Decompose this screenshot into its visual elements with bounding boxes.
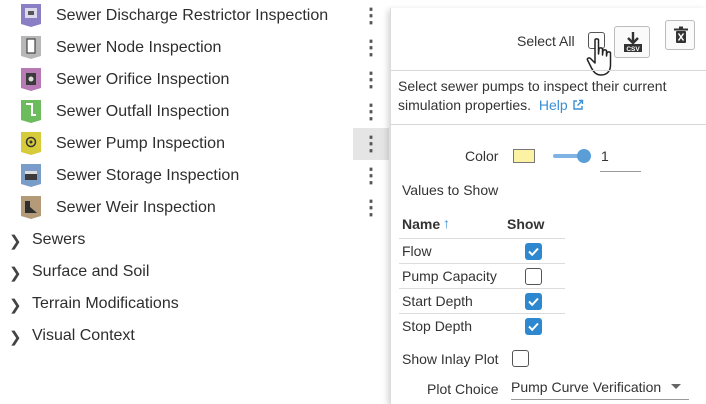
csv-label: CSV [626, 46, 640, 53]
table-row: Start Depth [399, 288, 565, 313]
more-options-icon[interactable]: ⋮ [353, 96, 389, 128]
more-options-icon[interactable]: ⋮ [353, 0, 389, 32]
panel-header: Select All CSV [391, 8, 706, 76]
storage-icon [21, 164, 41, 187]
tree-item-label: Sewer Orifice Inspection [56, 71, 230, 88]
select-all-label: Select All [517, 33, 575, 49]
discharge-restrictor-icon [21, 4, 41, 27]
export-csv-button[interactable]: CSV [614, 26, 650, 58]
inspection-panel: Select All CSV Select sewer pumps to ins… [390, 8, 706, 404]
row-name: Flow [402, 243, 432, 259]
show-inlay-plot-label: Show Inlay Plot [402, 351, 499, 367]
table-row: Pump Capacity [399, 263, 565, 288]
more-options-icon[interactable]: ⋮ [353, 160, 389, 192]
panel-description: Select sewer pumps to inspect their curr… [398, 77, 698, 115]
tree-item-discharge-restrictor[interactable]: Sewer Discharge Restrictor Inspection ⋮ [0, 0, 392, 32]
trash-icon [674, 26, 688, 43]
more-options-icon[interactable]: ⋮ [353, 32, 389, 64]
tree-item-storage[interactable]: Sewer Storage Inspection ⋮ [0, 160, 392, 192]
tree-item-label: Sewer Storage Inspection [56, 167, 240, 184]
show-checkbox[interactable] [525, 318, 542, 335]
node-icon [21, 36, 41, 59]
tree-item-label: Sewer Weir Inspection [56, 199, 216, 216]
more-options-icon[interactable]: ⋮ [353, 64, 389, 96]
opacity-slider-handle[interactable] [577, 149, 591, 163]
download-csv-icon: CSV [624, 32, 642, 53]
divider [391, 70, 706, 71]
table-row: Flow [399, 238, 565, 263]
folder-surface-and-soil[interactable]: ❯ Surface and Soil [0, 256, 392, 288]
row-name: Pump Capacity [402, 268, 497, 284]
help-label: Help [538, 97, 568, 113]
more-options-icon[interactable]: ⋮ [353, 128, 389, 160]
layer-tree: Sewer Discharge Restrictor Inspection ⋮ … [0, 0, 392, 404]
plot-choice-label: Plot Choice [427, 381, 499, 397]
sort-ascending-icon[interactable]: ↑ [443, 215, 450, 231]
tree-item-outfall[interactable]: Sewer Outfall Inspection ⋮ [0, 96, 392, 128]
folder-visual-context[interactable]: ❯ Visual Context [0, 320, 392, 352]
help-link[interactable]: Help [535, 97, 584, 113]
tree-item-label: Sewer Pump Inspection [56, 135, 225, 152]
values-to-show-label: Values to Show [402, 182, 499, 198]
show-checkbox[interactable] [525, 243, 542, 260]
plot-choice-select[interactable]: Pump Curve Verification [511, 378, 689, 400]
external-link-icon [572, 99, 583, 110]
weir-icon [21, 196, 41, 219]
delete-button[interactable] [665, 20, 695, 50]
table-row: Stop Depth [399, 313, 565, 338]
tree-item-weir[interactable]: Sewer Weir Inspection ⋮ [0, 192, 392, 224]
chevron-down-icon[interactable] [671, 384, 681, 389]
description-text: Select sewer pumps to inspect their curr… [398, 78, 667, 113]
color-label: Color [465, 148, 499, 164]
row-name: Stop Depth [402, 318, 473, 334]
tree-item-label: Sewer Outfall Inspection [56, 103, 230, 120]
chevron-right-icon[interactable]: ❯ [9, 264, 23, 282]
chevron-right-icon[interactable]: ❯ [9, 232, 23, 250]
orifice-icon [21, 68, 41, 91]
folder-label: Terrain Modifications [32, 295, 179, 312]
show-checkbox[interactable] [525, 268, 542, 285]
more-options-icon[interactable]: ⋮ [353, 192, 389, 224]
chevron-right-icon[interactable]: ❯ [9, 328, 23, 346]
outfall-icon [21, 100, 41, 123]
pump-icon [21, 132, 41, 155]
chevron-right-icon[interactable]: ❯ [9, 296, 23, 314]
tree-item-orifice[interactable]: Sewer Orifice Inspection ⋮ [0, 64, 392, 96]
show-checkbox[interactable] [525, 293, 542, 310]
divider [391, 124, 706, 125]
row-name: Start Depth [402, 293, 473, 309]
folder-label: Sewers [32, 231, 86, 248]
folder-label: Visual Context [32, 327, 135, 344]
show-inlay-plot-checkbox[interactable] [512, 350, 529, 367]
tree-item-node[interactable]: Sewer Node Inspection ⋮ [0, 32, 392, 64]
tree-item-label: Sewer Node Inspection [56, 39, 222, 56]
column-header-show: Show [507, 216, 545, 232]
folder-terrain-modifications[interactable]: ❯ Terrain Modifications [0, 288, 392, 320]
color-swatch[interactable] [513, 149, 535, 163]
folder-label: Surface and Soil [32, 263, 150, 280]
hand-cursor-icon [586, 38, 612, 76]
tree-item-label: Sewer Discharge Restrictor Inspection [56, 7, 329, 24]
column-header-name[interactable]: Name [402, 216, 440, 232]
opacity-value-input[interactable]: 1 [600, 146, 641, 172]
folder-sewers[interactable]: ❯ Sewers [0, 224, 392, 256]
tree-item-pump[interactable]: Sewer Pump Inspection ⋮ [0, 128, 392, 160]
